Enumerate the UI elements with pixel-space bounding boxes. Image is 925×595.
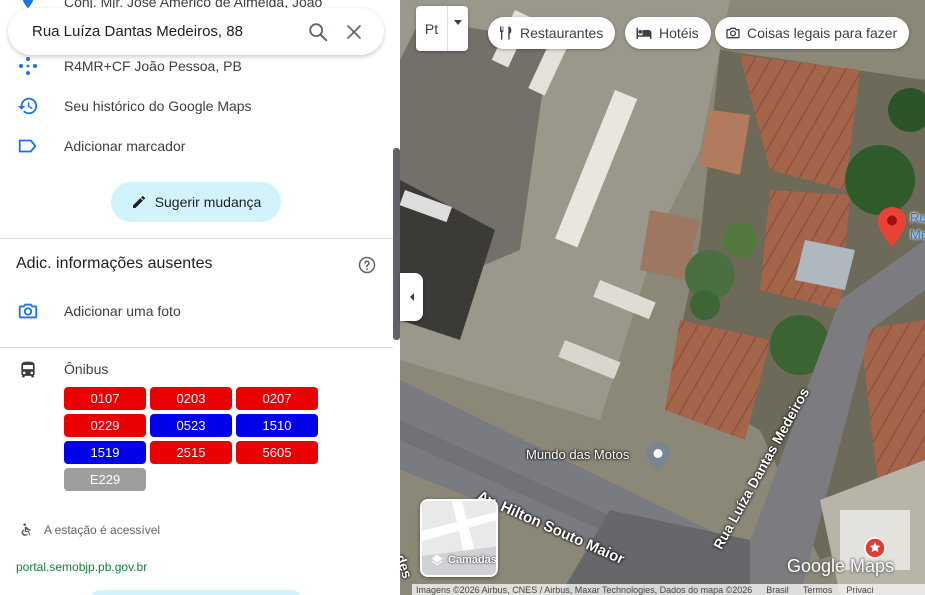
bus-route-chip[interactable]: 0107 bbox=[64, 387, 146, 410]
place-marker-icon[interactable] bbox=[646, 442, 670, 470]
privacy-link[interactable]: Privaci bbox=[846, 585, 873, 595]
pin-label-line1: Ru bbox=[910, 210, 925, 225]
bus-route-chip[interactable]: 0207 bbox=[236, 387, 318, 410]
search-icon[interactable] bbox=[300, 14, 336, 50]
chevron-left-icon bbox=[409, 293, 414, 301]
plus-code-text: R4MR+CF João Pessoa, PB bbox=[64, 58, 242, 74]
layers-label-row: Camadas bbox=[430, 553, 497, 567]
history-icon bbox=[16, 94, 40, 118]
bus-route-chip[interactable]: 0523 bbox=[150, 414, 232, 437]
layers-label: Camadas bbox=[448, 554, 497, 566]
chip-hotels[interactable]: Hotéis bbox=[625, 17, 711, 49]
bus-route-chip[interactable]: 0203 bbox=[150, 387, 232, 410]
portal-link[interactable]: portal.semobjp.pb.gov.br bbox=[16, 560, 147, 574]
missing-info-title: Adic. informações ausentes bbox=[16, 255, 213, 272]
side-panel: Conj. Mjr. Jose Americo de Almeida, João… bbox=[0, 0, 400, 595]
close-icon[interactable] bbox=[336, 14, 372, 50]
map-attribution-bar: Imagens ©2026 Airbus, CNES / Airbus, Max… bbox=[412, 584, 925, 595]
terms-link[interactable]: Termos bbox=[803, 585, 833, 595]
chip-things-to-do-label: Coisas legais para fazer bbox=[747, 25, 898, 41]
add-photo-text: Adicionar uma foto bbox=[64, 303, 181, 319]
pin-label-line2: Me bbox=[910, 227, 925, 242]
add-photo-row[interactable]: Adicionar uma foto bbox=[0, 291, 393, 331]
layers-icon bbox=[431, 554, 443, 566]
google-maps-logo: Google Maps bbox=[787, 556, 895, 576]
history-row[interactable]: Seu histórico do Google Maps bbox=[0, 86, 393, 126]
location-pin-icon[interactable] bbox=[878, 207, 906, 247]
search-box bbox=[8, 8, 384, 55]
bus-route-chip[interactable]: 0229 bbox=[64, 414, 146, 437]
camera-icon bbox=[726, 27, 740, 39]
help-icon[interactable] bbox=[358, 256, 376, 274]
search-input[interactable] bbox=[32, 16, 300, 47]
history-text: Seu histórico do Google Maps bbox=[64, 98, 252, 114]
camera-icon bbox=[16, 299, 40, 323]
bus-route-chip[interactable]: 5605 bbox=[236, 441, 318, 464]
add-label-text: Adicionar marcador bbox=[64, 138, 186, 154]
bus-route-chip[interactable]: E229 bbox=[64, 468, 146, 491]
suggest-edit-label: Sugerir mudança bbox=[154, 194, 262, 210]
bus-route-chip[interactable]: 1519 bbox=[64, 441, 146, 464]
layers-button[interactable]: Camadas bbox=[420, 499, 498, 577]
chip-restaurants[interactable]: Restaurantes bbox=[488, 17, 616, 49]
wheelchair-icon bbox=[21, 523, 31, 536]
chevron-down-icon[interactable] bbox=[448, 6, 468, 51]
panel-scrollbar[interactable] bbox=[393, 148, 400, 340]
transit-layer-label[interactable]: Pt bbox=[416, 6, 448, 51]
divider bbox=[0, 347, 393, 348]
bus-route-chip[interactable]: 2515 bbox=[150, 441, 232, 464]
fork-knife-icon bbox=[500, 26, 512, 40]
bed-icon bbox=[636, 27, 652, 39]
place-label-mundo-das-motos[interactable]: Mundo das Motos bbox=[526, 447, 629, 462]
attribution-text: Imagens ©2026 Airbus, CNES / Airbus, Max… bbox=[416, 584, 753, 595]
country-link[interactable]: Brasil bbox=[766, 585, 789, 595]
transit-layer-toggle[interactable]: Pt bbox=[416, 6, 468, 51]
label-icon bbox=[16, 134, 40, 158]
suggest-edit-button[interactable]: Sugerir mudança bbox=[111, 182, 281, 222]
bus-section-title: Ônibus bbox=[64, 361, 109, 377]
plus-code-icon bbox=[16, 54, 40, 78]
bus-route-list: 0107 0203 0207 0229 0523 1510 1519 2515 5605 E229 bbox=[64, 387, 318, 491]
chip-restaurants-label: Restaurantes bbox=[520, 25, 604, 41]
divider bbox=[0, 238, 393, 239]
accessibility-row: A estação é acessível bbox=[18, 522, 160, 538]
accessibility-text: A estação é acessível bbox=[44, 523, 161, 537]
collapse-panel-button[interactable] bbox=[400, 273, 423, 321]
bus-icon bbox=[21, 361, 35, 378]
chip-things-to-do[interactable]: Coisas legais para fazer bbox=[715, 17, 910, 49]
bus-route-chip[interactable]: 1510 bbox=[236, 414, 318, 437]
pencil-icon bbox=[132, 195, 145, 208]
partial-button[interactable] bbox=[90, 590, 302, 595]
add-label-row[interactable]: Adicionar marcador bbox=[0, 126, 393, 166]
chip-hotels-label: Hotéis bbox=[659, 25, 699, 41]
